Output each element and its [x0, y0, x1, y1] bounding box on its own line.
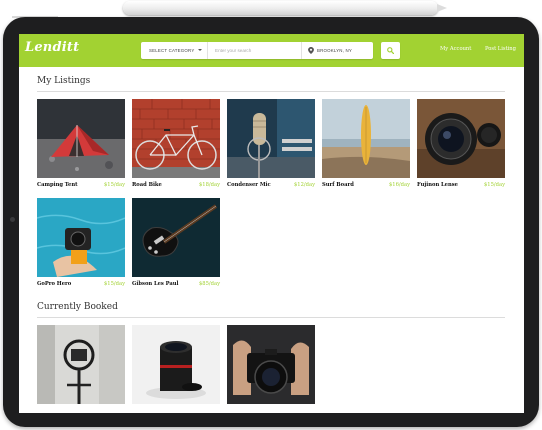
- category-select[interactable]: SELECT CATEGORY: [141, 42, 208, 59]
- divider: [37, 91, 505, 92]
- map-pin-icon: [308, 47, 314, 54]
- gimbal-photo: [37, 325, 125, 404]
- my-listings-title: My Listings: [37, 76, 91, 86]
- search-input[interactable]: [210, 42, 303, 59]
- dslr-photo: [227, 325, 315, 404]
- listing-name: Road Bike: [132, 182, 162, 188]
- lens-photo: [132, 325, 220, 404]
- listing-name: GoPro Hero: [37, 281, 72, 287]
- listing-price: $85/day: [199, 281, 220, 287]
- gopro-photo: [37, 198, 125, 277]
- divider: [37, 317, 505, 318]
- listing-price: $12/day: [294, 182, 315, 188]
- listing-price: $16/day: [389, 182, 410, 188]
- listing-name: Fujinon Lense: [417, 182, 458, 188]
- listing-price: $18/day: [199, 182, 220, 188]
- chevron-down-icon: [198, 49, 202, 51]
- nav-my-account[interactable]: My Account: [440, 46, 471, 52]
- listing-name: Camping Tent: [37, 182, 78, 188]
- nav-post-listing[interactable]: Post Listing: [485, 46, 516, 52]
- listing-name: Gibson Les Paul: [132, 281, 179, 287]
- listing-price: $15/day: [104, 182, 125, 188]
- bike-photo: [132, 99, 220, 178]
- brand-logo[interactable]: Lenditt: [25, 40, 79, 55]
- listing-price: $15/day: [104, 281, 125, 287]
- surfboard-photo: [322, 99, 410, 178]
- search-icon: [387, 47, 394, 54]
- guitar-photo: [132, 198, 220, 277]
- top-navbar: Lenditt SELECT CATEGORY BROOKLYN, NY My …: [19, 34, 524, 67]
- camera-lens-photo: [417, 99, 505, 178]
- camera-dot: [10, 217, 15, 222]
- location-field[interactable]: BROOKLYN, NY: [301, 42, 373, 59]
- microphone-photo: [227, 99, 315, 178]
- search-bar: SELECT CATEGORY BROOKLYN, NY: [141, 42, 373, 59]
- app-screen: Lenditt SELECT CATEGORY BROOKLYN, NY My …: [19, 34, 524, 413]
- listing-name: Condenser Mic: [227, 182, 271, 188]
- currently-booked-title: Currently Booked: [37, 302, 118, 312]
- tent-photo: [37, 99, 125, 178]
- listing-price: $15/day: [484, 182, 505, 188]
- category-select-label: SELECT CATEGORY: [149, 48, 195, 53]
- stylus: [123, 1, 447, 15]
- search-button[interactable]: [381, 42, 400, 59]
- location-label: BROOKLYN, NY: [317, 48, 353, 53]
- listing-name: Surf Board: [322, 182, 354, 188]
